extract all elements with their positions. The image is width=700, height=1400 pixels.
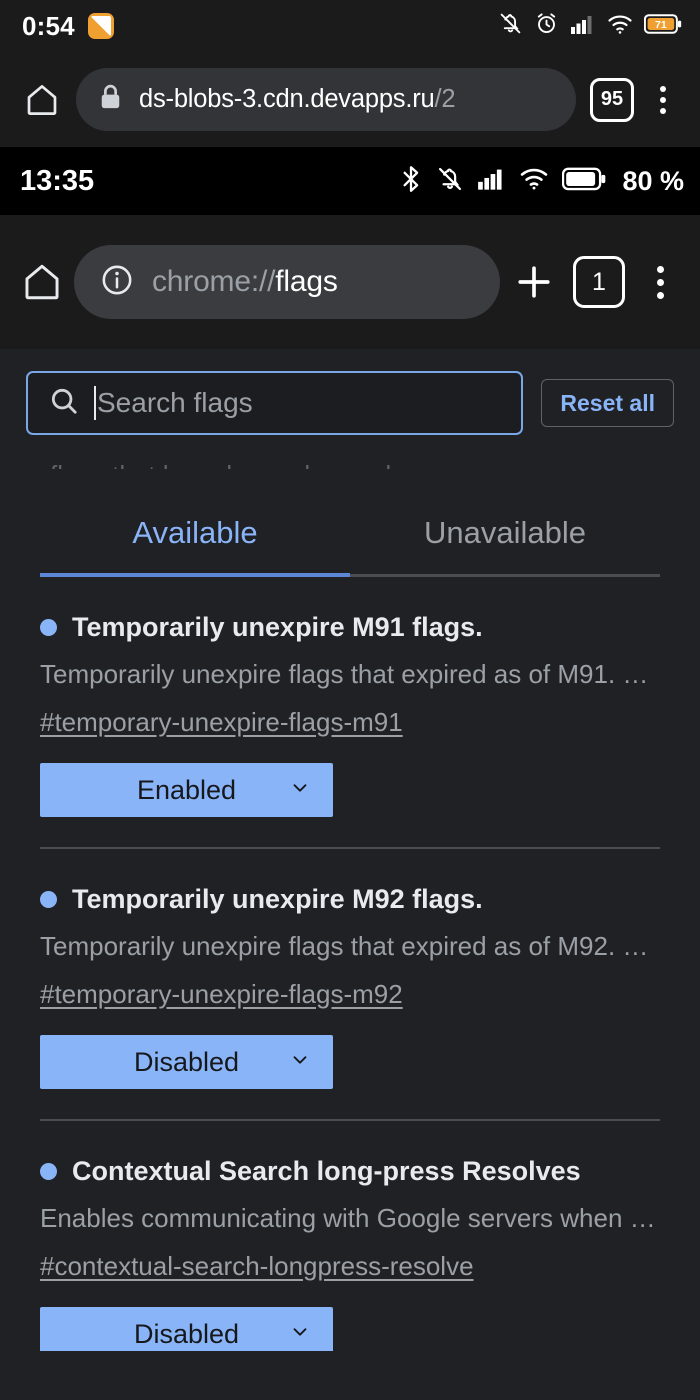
flag-title-row: Temporarily unexpire M91 flags. [40,612,660,643]
chevron-down-icon [289,1319,311,1350]
chevron-down-icon [289,1047,311,1078]
tab-unavailable[interactable]: Unavailable [350,515,660,577]
wifi-icon [607,13,633,40]
battery-icon: 71 [643,13,682,40]
device-status-clock: 13:35 [20,164,95,197]
flag-title-row: Contextual Search long-press Resolves [40,1155,660,1187]
modified-dot-icon [40,891,57,909]
flag-title: Temporarily unexpire M92 flags. [72,883,483,914]
flag-id[interactable]: #contextual-search-longpress-resolve [40,1251,660,1282]
host-status-icons: 71 [498,11,682,41]
bell-off-icon [498,11,523,41]
flag-select-wrap: Disabled [40,1035,660,1090]
flag-state-value: Disabled [133,1318,240,1349]
battery-icon [562,166,606,197]
kebab-menu-icon[interactable] [640,85,686,114]
tab-available[interactable]: Available [40,515,350,577]
flags-tabs: Available Unavailable [40,469,660,577]
flag-title: Temporarily unexpire M91 flags. [72,612,483,642]
device-status-icons: 80 % [399,164,684,199]
flag-state-select[interactable]: Disabled [40,1307,333,1351]
info-circle-icon[interactable] [100,263,134,302]
flag-state-value: Disabled [133,1046,240,1077]
chrome-flags-page: Search flags Reset all flags that have b… [0,349,700,1351]
alarm-clock-icon [534,11,559,41]
flag-description: Temporarily unexpire flags that expired … [40,659,649,689]
device-url-text: chrome://flags [152,265,338,298]
signal-icon [570,13,596,40]
modified-dot-icon [40,1163,57,1181]
flag-id[interactable]: #temporary-unexpire-flags-m91 [40,707,660,738]
text-caret [94,386,96,420]
device-status-bar: 13:35 80 % [0,147,700,215]
flag-state-value: Enabled [136,774,237,805]
host-browser-toolbar: ds-blobs-3.cdn.devapps.ru/2 95 [0,52,700,147]
orange-app-icon [87,13,114,39]
battery-level-text: 71 [655,19,667,31]
tabs-active-indicator [40,573,350,577]
clipped-notice-text: flags that have been changed [40,445,660,469]
search-row: Search flags Reset all [0,349,700,435]
home-icon[interactable] [14,81,70,119]
flag-select-wrap: Enabled [40,763,660,818]
host-status-clock: 0:54 [22,10,75,41]
flag-state-select[interactable]: Enabled [40,763,333,818]
device-tab-counter[interactable]: 1 [573,256,625,308]
flags-list: Temporarily unexpire M91 flags. Temporar… [0,577,700,1351]
flag-entry: Temporarily unexpire M92 flags. Temporar… [0,849,700,1090]
bell-off-icon [436,165,464,198]
flag-title-row: Temporarily unexpire M92 flags. [40,883,660,915]
host-status-bar: 0:54 71 [0,0,700,52]
search-input[interactable]: Search flags [26,371,524,435]
reset-all-button[interactable]: Reset all [541,379,674,427]
search-placeholder: Search flags [97,387,253,418]
search-icon [48,385,80,422]
flag-id[interactable]: #temporary-unexpire-flags-m92 [40,979,660,1010]
home-icon[interactable] [14,260,70,304]
flag-entry: Temporarily unexpire M91 flags. Temporar… [0,577,700,818]
bluetooth-icon [399,164,423,199]
kebab-menu-icon[interactable] [634,265,686,299]
modified-dot-icon [40,619,57,637]
flag-state-select[interactable]: Disabled [40,1035,333,1090]
wifi-icon [519,166,549,196]
flag-entry: Contextual Search long-press Resolves En… [0,1121,700,1351]
flag-description: Enables communicating with Google server… [40,1203,656,1233]
flag-title: Contextual Search long-press Resolves [72,1155,581,1186]
host-tab-counter[interactable]: 95 [590,77,634,122]
flag-select-wrap: Disabled [40,1307,660,1351]
lock-icon [98,83,123,116]
host-url-text: ds-blobs-3.cdn.devapps.ru/2 [139,85,456,113]
plus-icon[interactable] [504,260,564,304]
chevron-down-icon [289,775,311,806]
device-browser-toolbar: chrome://flags 1 [0,215,700,349]
flag-description: Temporarily unexpire flags that expired … [40,931,649,961]
battery-percent-text: 80 % [622,165,684,196]
host-url-bar[interactable]: ds-blobs-3.cdn.devapps.ru/2 [76,68,576,131]
device-url-bar[interactable]: chrome://flags [74,245,500,319]
signal-icon [477,166,506,196]
